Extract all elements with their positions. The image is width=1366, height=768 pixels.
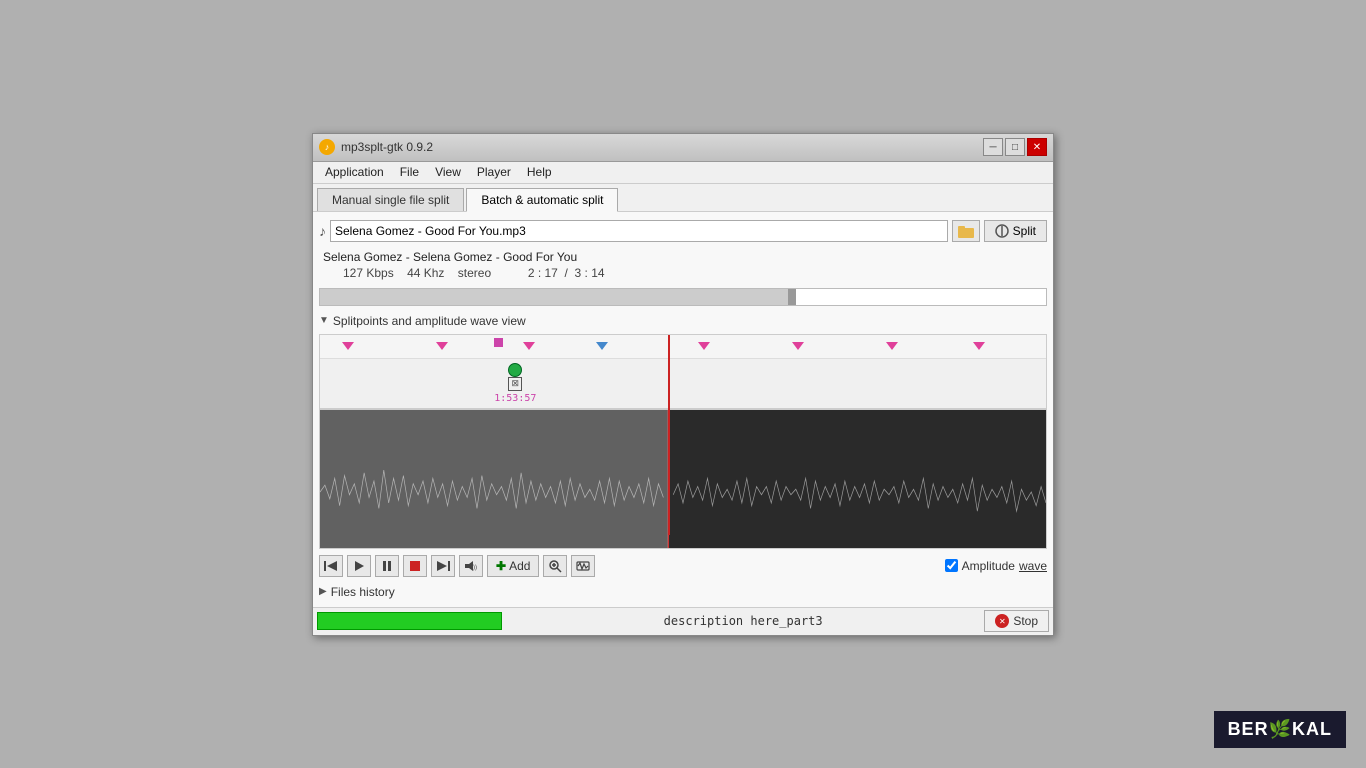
menu-view[interactable]: View [427,163,469,181]
browse-button[interactable] [952,220,980,242]
volume-button[interactable]: )) [459,555,483,577]
main-window: ♪ mp3splt-gtk 0.9.2 ─ □ ✕ Application Fi… [312,133,1054,636]
splitpoint-arrow-7 [886,342,898,350]
menu-help[interactable]: Help [519,163,560,181]
amplitude-label: Amplitude [962,559,1015,573]
scrubber-bar[interactable] [319,288,1047,306]
waveform-container: ⊠ 1:53:57 [319,334,1047,549]
file-row: ♪ Split [319,218,1047,244]
split-button-label: Split [1013,224,1036,238]
current-pos-marker: ⊠ 1:53:57 [494,363,536,404]
wave-label[interactable]: wave [1019,559,1047,573]
split-crosshair: ⊠ [508,377,522,391]
file-bitrate: 127 Kbps [343,266,394,280]
current-time-label: 1:53:57 [494,393,536,404]
title-bar-buttons: ─ □ ✕ [983,138,1047,156]
stop-button[interactable]: ✕ Stop [984,610,1049,632]
splitpoint-arrow-5 [698,342,710,350]
amplitude-wave-checkbox-area: Amplitude wave [945,559,1047,573]
controls-row: )) ✚ Add [319,553,1047,579]
tab-batch-split[interactable]: Batch & automatic split [466,188,618,212]
tabs-bar: Manual single file split Batch & automat… [313,184,1053,212]
rewind-start-button[interactable] [319,555,343,577]
position-marker-area: ⊠ 1:53:57 [320,359,1046,409]
pause-icon [381,560,393,572]
waveform-played-overlay [320,410,668,549]
add-button-label: Add [509,559,530,573]
amplitude-wave-checkbox[interactable] [945,559,958,572]
scrubber-handle[interactable] [788,289,796,305]
splitpoint-arrow-3 [523,342,535,350]
splitpoint-arrow-6 [792,342,804,350]
close-button[interactable]: ✕ [1027,138,1047,156]
play-button[interactable] [347,555,371,577]
berokal-watermark: BER🌿KAL [1214,711,1346,748]
waveform-button[interactable] [571,555,595,577]
files-history-label: Files history [331,585,395,599]
split-button[interactable]: Split [984,220,1047,242]
play-icon [353,560,365,572]
splitpoints-row [320,335,1046,359]
menu-player[interactable]: Player [469,163,519,181]
status-bar: description here_part3 ✕ Stop [313,607,1053,635]
splitpoint-arrow-1 [342,342,354,350]
playhead-line [668,335,670,535]
file-channels: stereo [458,266,491,280]
file-audio-icon: ♪ [319,223,326,239]
title-bar: ♪ mp3splt-gtk 0.9.2 ─ □ ✕ [313,134,1053,162]
scrubber-fill [320,289,792,305]
restore-button[interactable]: □ [1005,138,1025,156]
add-splitpoint-button[interactable]: ✚ Add [487,555,539,577]
splitpoint-marker-purple [494,338,503,347]
menu-bar: Application File View Player Help [313,162,1053,184]
file-duration: 3 : 14 [575,266,605,280]
zoom-in-button[interactable] [543,555,567,577]
tab-manual-split[interactable]: Manual single file split [317,188,464,211]
stop-icon: ✕ [995,614,1009,628]
minimize-button[interactable]: ─ [983,138,1003,156]
position-circle [508,363,522,377]
status-description: description here_part3 [506,614,980,628]
menu-file[interactable]: File [392,163,427,181]
rewind-start-icon [324,560,338,572]
waveform-display: No wave interpolation [320,409,1046,549]
progress-indicator [317,612,502,630]
split-icon [995,224,1009,238]
splitpoint-arrow-4 [596,342,608,350]
splitpoints-section-header[interactable]: ▼ Splitpoints and amplitude wave view [319,312,1047,330]
berokal-leaf-icon: 🌿 [1269,719,1292,739]
stop-playback-icon [409,560,421,572]
file-meta: 127 Kbps 44 Khz stereo 2 : 17 / 3 : 14 [343,266,1043,280]
splitpoints-section-label: Splitpoints and amplitude wave view [333,314,526,328]
svg-text:)): )) [473,565,477,571]
app-icon: ♪ [319,139,335,155]
window-title: mp3splt-gtk 0.9.2 [341,140,983,154]
skip-forward-button[interactable] [431,555,455,577]
file-position: 2 : 17 [528,266,558,280]
zoom-in-icon [548,559,562,573]
stop-playback-button[interactable] [403,555,427,577]
file-info: Selena Gomez - Selena Gomez - Good For Y… [319,248,1047,282]
menu-application[interactable]: Application [317,163,392,181]
volume-icon: )) [464,560,478,572]
pause-button[interactable] [375,555,399,577]
plus-icon: ✚ [496,559,506,573]
file-title: Selena Gomez - Selena Gomez - Good For Y… [323,250,1043,264]
stop-button-label: Stop [1013,614,1038,628]
files-history-section[interactable]: ▶ Files history [319,583,1047,601]
file-samplerate: 44 Khz [407,266,444,280]
files-history-arrow: ▶ [319,586,327,597]
folder-icon [958,224,974,238]
waveform-zoom-icon [576,559,590,573]
file-path-input[interactable] [330,220,948,242]
skip-forward-icon [436,560,450,572]
main-content: ♪ Split Selena Gomez - Selena Gomez - Go… [313,212,1053,607]
section-collapse-icon: ▼ [319,315,329,326]
splitpoint-arrow-2 [436,342,448,350]
splitpoint-arrow-8 [973,342,985,350]
